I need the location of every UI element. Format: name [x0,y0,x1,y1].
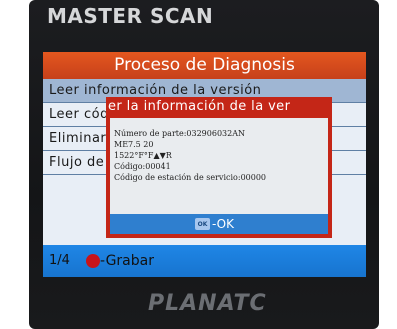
ok-button[interactable]: OK -OK [195,215,234,233]
device-brand: MASTER SCAN [47,4,214,28]
page-indicator: 1/4 [49,253,70,268]
footer-brand-logo: PLANATC [148,291,267,316]
screen-title: Proceso de Diagnosis [43,52,366,79]
status-bar: 1/4 -Grabar [43,245,366,277]
info-code: Código:00041 [114,162,171,171]
record-dot-icon[interactable] [86,254,100,268]
dialog-body: Número de parte:032906032AN ME7.5 20 152… [110,118,328,214]
dialog-title: er la información de la ver [108,99,291,114]
info-station-code: Código de estación de servicio:00000 [114,173,267,182]
info-version: 1522°F°F▲▼R [114,151,172,160]
ok-label: -OK [212,217,234,231]
record-label[interactable]: -Grabar [100,245,154,277]
info-part-number: Número de parte:032906032AN [114,129,245,138]
ok-key-icon: OK [195,218,210,230]
dialog-footer: OK -OK [110,214,328,234]
version-info-dialog: er la información de la ver Número de pa… [106,97,332,238]
lcd-screen: Proceso de Diagnosis Leer información de… [43,52,366,277]
info-ecu: ME7.5 20 [114,140,154,149]
